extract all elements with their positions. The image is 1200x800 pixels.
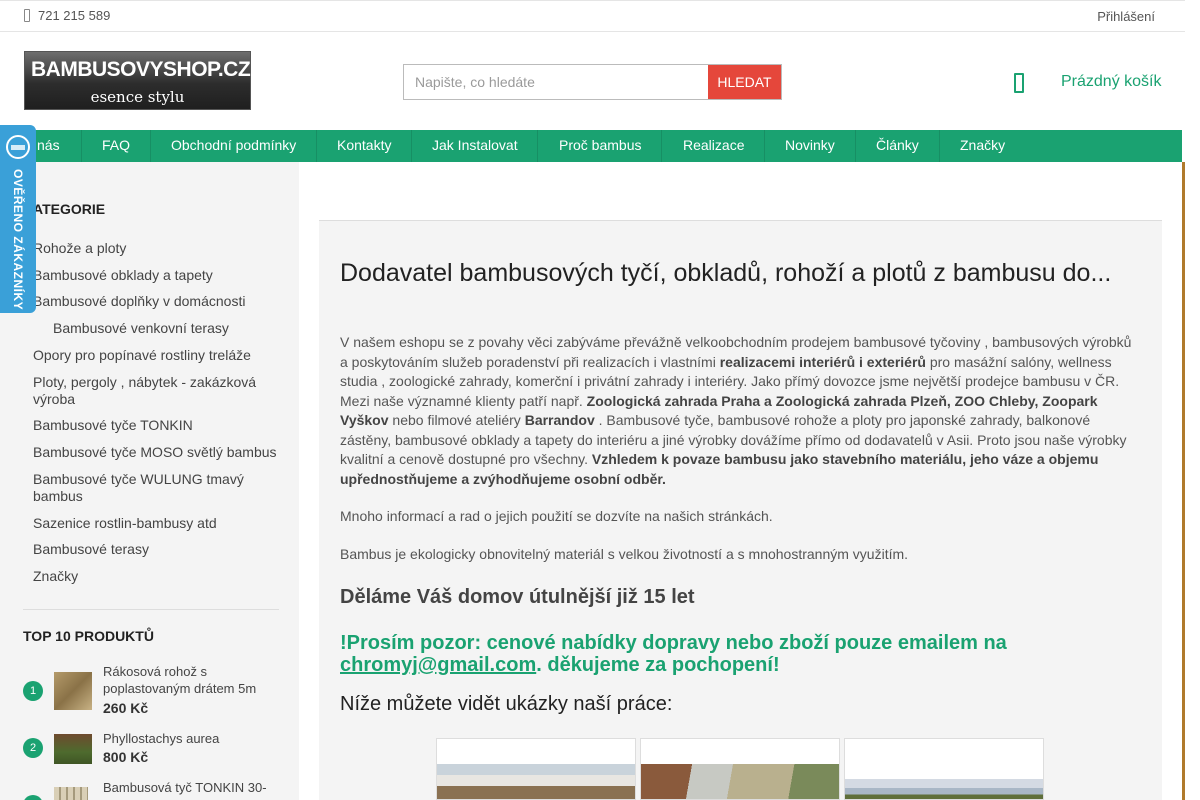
category-link[interactable]: Bambusové obklady a tapety — [33, 267, 283, 284]
category-link[interactable]: Sazenice rostlin-bambusy atd — [33, 515, 283, 532]
category-link[interactable]: Ploty, pergoly , nábytek - zakázková výr… — [33, 374, 273, 408]
product-name[interactable]: Rákosová rohož s poplastovaným drátem 5m — [103, 663, 273, 697]
cart-label[interactable]: Prázdný košík — [1061, 73, 1161, 91]
intro-paragraph: V našem eshopu se z povahy věci zabýváme… — [340, 334, 1132, 487]
email-notice: !Prosím pozor: cenové nabídky dopravy ne… — [340, 632, 1007, 676]
years-heading: Děláme Váš domov útulnější již 15 let — [340, 586, 695, 608]
rank-badge: 1 — [23, 681, 43, 701]
search-button[interactable]: HLEDAT — [708, 65, 781, 99]
gallery-heading: Níže můžete vidět ukázky naší práce: — [340, 693, 673, 715]
eco-paragraph: Bambus je ekologicky obnovitelný materiá… — [340, 546, 909, 562]
gallery-image[interactable] — [845, 779, 1043, 799]
nav-item-install[interactable]: Jak Instalovat — [412, 130, 538, 162]
info-paragraph: Mnoho informací a rad o jejich použití s… — [340, 508, 773, 524]
rank-badge: 2 — [23, 738, 43, 758]
nav-item-articles[interactable]: Články — [856, 130, 940, 162]
phone-number: 721 215 589 — [38, 8, 111, 23]
nav-item-realizations[interactable]: Realizace — [662, 130, 765, 162]
email-link[interactable]: chromyj@gmail.com — [340, 654, 536, 676]
category-link[interactable]: Bambusové tyče MOSO světlý bambus — [33, 444, 283, 461]
left-sidebar: ATEGORIE Rohože a ploty Bambusové obklad… — [0, 162, 299, 800]
phone-icon — [24, 9, 30, 22]
top-product-item[interactable]: 3 Bambusová tyč TONKIN 30- — [23, 779, 283, 800]
gallery-thumbnail[interactable] — [844, 738, 1044, 800]
category-link[interactable]: Bambusové tyče TONKIN — [33, 417, 283, 434]
product-thumbnail[interactable] — [54, 787, 88, 800]
top-product-item[interactable]: 2 Phyllostachys aurea 800 Kč — [23, 730, 283, 770]
gallery-image[interactable] — [437, 764, 635, 799]
product-price: 260 Kč — [103, 700, 149, 716]
gallery-thumbnail[interactable] — [436, 738, 636, 800]
background-edge — [1182, 162, 1185, 800]
phone-contact[interactable]: 721 215 589 — [24, 8, 110, 23]
category-link[interactable]: Bambusové terasy — [33, 541, 283, 558]
nav-item-contacts[interactable]: Kontakty — [317, 130, 412, 162]
top-product-item[interactable]: 1 Rákosová rohož s poplastovaným drátem … — [23, 663, 283, 716]
rank-badge: 3 — [23, 795, 43, 800]
product-thumbnail[interactable] — [54, 672, 92, 710]
seal-icon — [6, 135, 30, 159]
search-form: HLEDAT — [403, 64, 782, 100]
gallery-image[interactable] — [641, 764, 839, 799]
verified-by-customers-badge[interactable]: OVĚŘENO ZÁKAZNÍKY — [0, 125, 36, 313]
nav-item-faq[interactable]: FAQ — [82, 130, 151, 162]
cart-icon[interactable] — [1014, 73, 1024, 93]
category-link[interactable]: Bambusové doplňky v domácnosti — [33, 293, 283, 310]
product-name[interactable]: Phyllostachys aurea — [103, 730, 273, 747]
page-title: Dodavatel bambusových tyčí, obkladů, roh… — [340, 259, 1112, 287]
badge-text: OVĚŘENO ZÁKAZNÍKY — [11, 169, 25, 311]
product-name[interactable]: Bambusová tyč TONKIN 30- — [103, 779, 273, 796]
category-link[interactable]: Rohože a ploty — [33, 240, 283, 257]
category-link[interactable]: Bambusové tyče WULUNG tmavý bambus — [33, 471, 263, 505]
sidebar-divider — [23, 609, 279, 610]
login-link[interactable]: Přihlášení — [1097, 9, 1155, 24]
site-logo[interactable]: BAMBUSOVYSHOP.CZ esence stylu — [24, 51, 251, 110]
nav-item-brands[interactable]: Značky — [940, 130, 1025, 162]
product-price: 800 Kč — [103, 749, 149, 765]
category-link[interactable]: Opory pro popínavé rostliny treláže — [33, 347, 283, 364]
search-input[interactable] — [404, 65, 709, 99]
nav-item-news[interactable]: Novinky — [765, 130, 856, 162]
product-thumbnail[interactable] — [54, 734, 92, 764]
nav-item-why-bamboo[interactable]: Proč bambus — [538, 130, 662, 162]
content-top-area — [319, 162, 1162, 220]
top-products-heading: TOP 10 PRODUKTŮ — [23, 628, 154, 644]
category-link[interactable]: Značky — [33, 568, 283, 585]
logo-tagline: esence stylu — [90, 88, 185, 106]
subcategory-link[interactable]: Bambusové venkovní terasy — [53, 320, 303, 337]
top-bar: 721 215 589 Přihlášení — [0, 0, 1185, 32]
nav-item-terms[interactable]: Obchodní podmínky — [151, 130, 317, 162]
main-nav: nás FAQ Obchodní podmínky Kontakty Jak I… — [0, 130, 1182, 162]
gallery-thumbnail[interactable] — [640, 738, 840, 800]
logo-wordmark: BAMBUSOVYSHOP.CZ — [31, 58, 251, 81]
categories-heading: ATEGORIE — [33, 201, 106, 217]
